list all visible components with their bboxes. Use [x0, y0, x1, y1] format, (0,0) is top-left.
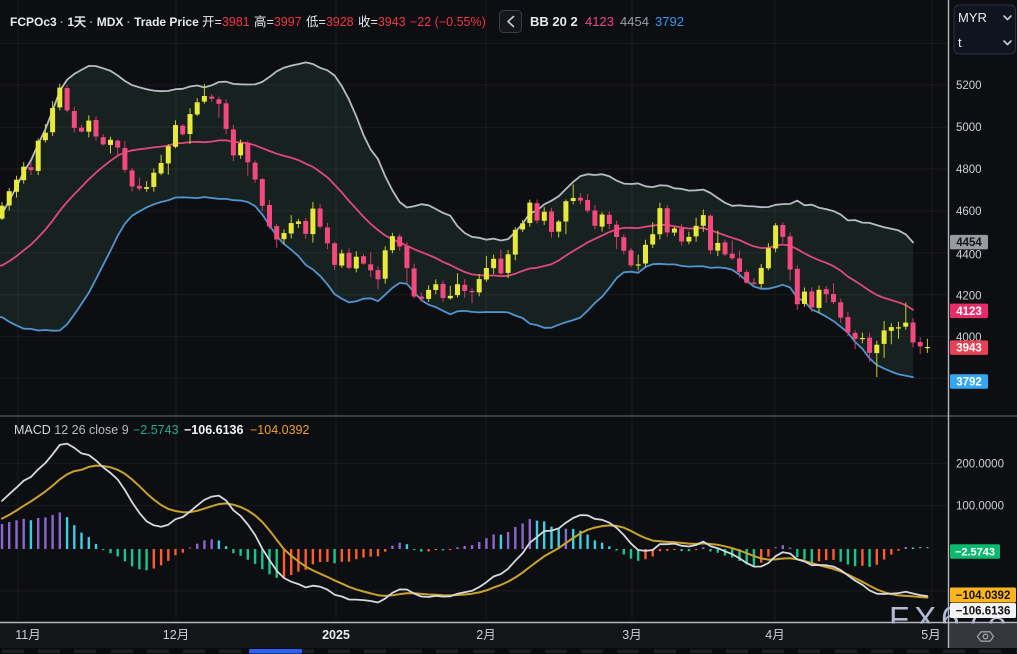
svg-text:4123: 4123: [956, 306, 982, 318]
svg-text:−104.0392: −104.0392: [956, 590, 1011, 602]
svg-text:−2.5743: −2.5743: [133, 423, 179, 437]
svg-text:FCPOc3 · 1天 · MDX · Trade Pric: FCPOc3 · 1天 · MDX · Trade Price: [10, 15, 199, 29]
svg-text:开=3981: 开=3981: [202, 15, 250, 29]
svg-text:MACD 12 26 close 9: MACD 12 26 close 9: [14, 423, 129, 437]
svg-text:收=3943: 收=3943: [358, 15, 406, 29]
svg-text:2025: 2025: [322, 628, 350, 642]
svg-text:−106.6136: −106.6136: [184, 423, 243, 437]
svg-text:4800: 4800: [956, 164, 982, 176]
svg-text:−104.0392: −104.0392: [250, 423, 309, 437]
svg-text:高=3997: 高=3997: [254, 14, 302, 29]
svg-text:BB 20 2: BB 20 2: [530, 14, 578, 29]
svg-text:11月: 11月: [15, 628, 40, 642]
svg-text:低=3928: 低=3928: [306, 15, 354, 29]
svg-text:4123: 4123: [585, 14, 614, 29]
svg-text:3792: 3792: [956, 377, 982, 389]
svg-text:MYR: MYR: [958, 10, 987, 25]
svg-text:4400: 4400: [956, 250, 982, 262]
svg-text:12月: 12月: [163, 628, 189, 642]
svg-text:200.0000: 200.0000: [956, 458, 1004, 470]
svg-text:−22 (−0.55%): −22 (−0.55%): [410, 15, 486, 29]
svg-text:4600: 4600: [956, 206, 982, 218]
svg-text:2月: 2月: [476, 628, 495, 642]
svg-text:4200: 4200: [956, 291, 982, 303]
svg-text:5000: 5000: [956, 122, 982, 134]
svg-text:100.0000: 100.0000: [956, 501, 1004, 513]
svg-text:5200: 5200: [956, 80, 982, 92]
svg-text:4454: 4454: [620, 14, 649, 29]
svg-text:3月: 3月: [622, 628, 641, 642]
svg-text:−106.6136: −106.6136: [956, 606, 1011, 618]
svg-text:4454: 4454: [956, 237, 982, 249]
svg-text:−2.5743: −2.5743: [955, 547, 995, 559]
svg-text:4月: 4月: [765, 628, 784, 642]
svg-text:3792: 3792: [655, 14, 684, 29]
svg-text:t: t: [958, 35, 962, 50]
svg-text:5月: 5月: [921, 628, 940, 642]
svg-text:3943: 3943: [956, 343, 982, 355]
